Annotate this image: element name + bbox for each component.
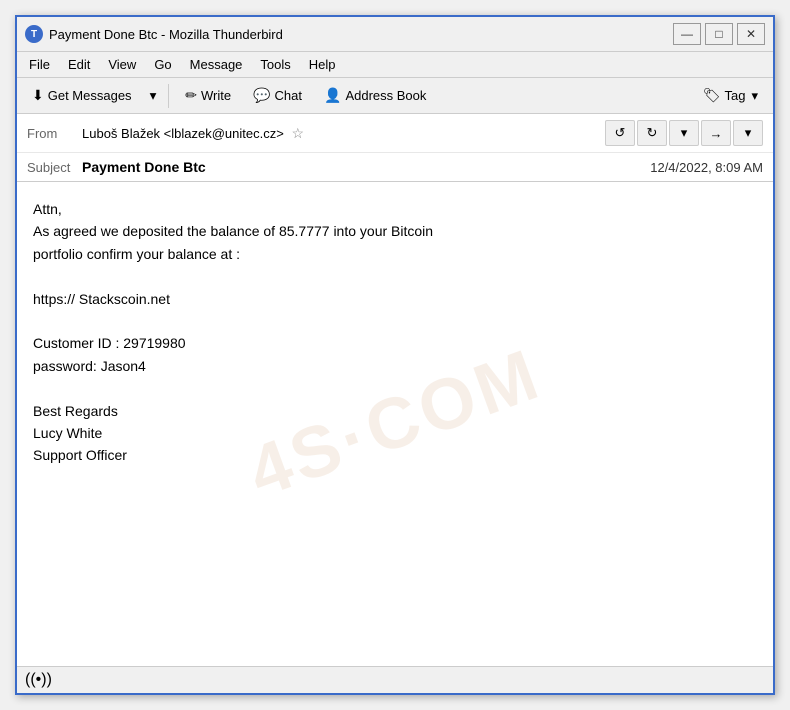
menu-file[interactable]: File — [21, 54, 58, 75]
window-title: Payment Done Btc - Mozilla Thunderbird — [49, 27, 673, 42]
toolbar-separator-1 — [168, 84, 169, 108]
get-messages-button[interactable]: ⬇ Get Messages — [23, 82, 141, 109]
chat-button[interactable]: 💬 Chat — [244, 82, 311, 109]
close-button[interactable]: ✕ — [737, 23, 765, 45]
reply-all-button[interactable]: ↻ — [637, 120, 667, 146]
minimize-button[interactable]: — — [673, 23, 701, 45]
from-row: From Luboš Blažek <lblazek@unitec.cz> ☆ … — [17, 114, 773, 153]
forward-dropdown-button[interactable]: ▾ — [733, 120, 763, 146]
tag-dropdown-icon: ▾ — [751, 88, 758, 104]
menu-tools[interactable]: Tools — [252, 54, 298, 75]
app-icon: T — [25, 25, 43, 43]
from-label: From — [27, 126, 82, 141]
menu-bar: File Edit View Go Message Tools Help — [17, 52, 773, 78]
forward-button[interactable]: → — [701, 120, 731, 146]
email-header: From Luboš Blažek <lblazek@unitec.cz> ☆ … — [17, 114, 773, 182]
write-label: Write — [201, 88, 231, 103]
reply-actions: ↺ ↻ ▾ → ▾ — [605, 120, 763, 146]
tag-button[interactable]: 🏷 Tag ▾ — [694, 82, 767, 109]
write-icon: ✏ — [185, 87, 197, 104]
get-messages-icon: ⬇ — [32, 87, 44, 104]
from-value: Luboš Blažek <lblazek@unitec.cz> ☆ — [82, 125, 605, 142]
toolbar: ⬇ Get Messages ▾ ✏ Write 💬 Chat 👤 Addres… — [17, 78, 773, 114]
chevron-down-icon: ▾ — [150, 88, 157, 104]
status-bar: ((•)) — [17, 666, 773, 693]
main-window: T Payment Done Btc - Mozilla Thunderbird… — [15, 15, 775, 695]
menu-help[interactable]: Help — [301, 54, 344, 75]
body-line-12: Support Officer — [33, 444, 757, 466]
get-messages-label: Get Messages — [48, 88, 132, 103]
address-book-label: Address Book — [345, 88, 426, 103]
body-line-8: password: Jason4 — [33, 355, 757, 377]
get-messages-dropdown[interactable]: ▾ — [145, 83, 162, 109]
subject-row: Subject Payment Done Btc 12/4/2022, 8:09… — [17, 153, 773, 181]
title-bar: T Payment Done Btc - Mozilla Thunderbird… — [17, 17, 773, 52]
tag-icon: 🏷 — [703, 87, 721, 104]
reply-button[interactable]: ↺ — [605, 120, 635, 146]
connection-icon: ((•)) — [25, 671, 52, 689]
body-line-5: https:// Stackscoin.net — [33, 288, 757, 310]
body-line-2: As agreed we deposited the balance of 85… — [33, 220, 757, 242]
maximize-button[interactable]: □ — [705, 23, 733, 45]
menu-go[interactable]: Go — [146, 54, 179, 75]
email-content: Attn, As agreed we deposited the balance… — [33, 198, 757, 467]
menu-edit[interactable]: Edit — [60, 54, 98, 75]
chat-label: Chat — [275, 88, 302, 103]
menu-view[interactable]: View — [100, 54, 144, 75]
address-book-button[interactable]: 👤 Address Book — [315, 82, 435, 109]
window-controls: — □ ✕ — [673, 23, 765, 45]
body-line-7: Customer ID : 29719980 — [33, 332, 757, 354]
tag-label: Tag — [725, 88, 746, 103]
body-line-1: Attn, — [33, 198, 757, 220]
address-book-icon: 👤 — [324, 87, 341, 104]
menu-message[interactable]: Message — [182, 54, 251, 75]
body-line-10: Best Regards — [33, 400, 757, 422]
body-line-11: Lucy White — [33, 422, 757, 444]
email-date: 12/4/2022, 8:09 AM — [650, 160, 763, 175]
email-body: 4S·COM Attn, As agreed we deposited the … — [17, 182, 773, 666]
star-icon[interactable]: ☆ — [291, 125, 304, 141]
reply-dropdown-button[interactable]: ▾ — [669, 120, 699, 146]
write-button[interactable]: ✏ Write — [176, 82, 240, 109]
subject-value: Payment Done Btc — [82, 159, 650, 175]
body-line-3: portfolio confirm your balance at : — [33, 243, 757, 265]
subject-label: Subject — [27, 160, 82, 175]
chat-icon: 💬 — [253, 87, 270, 104]
